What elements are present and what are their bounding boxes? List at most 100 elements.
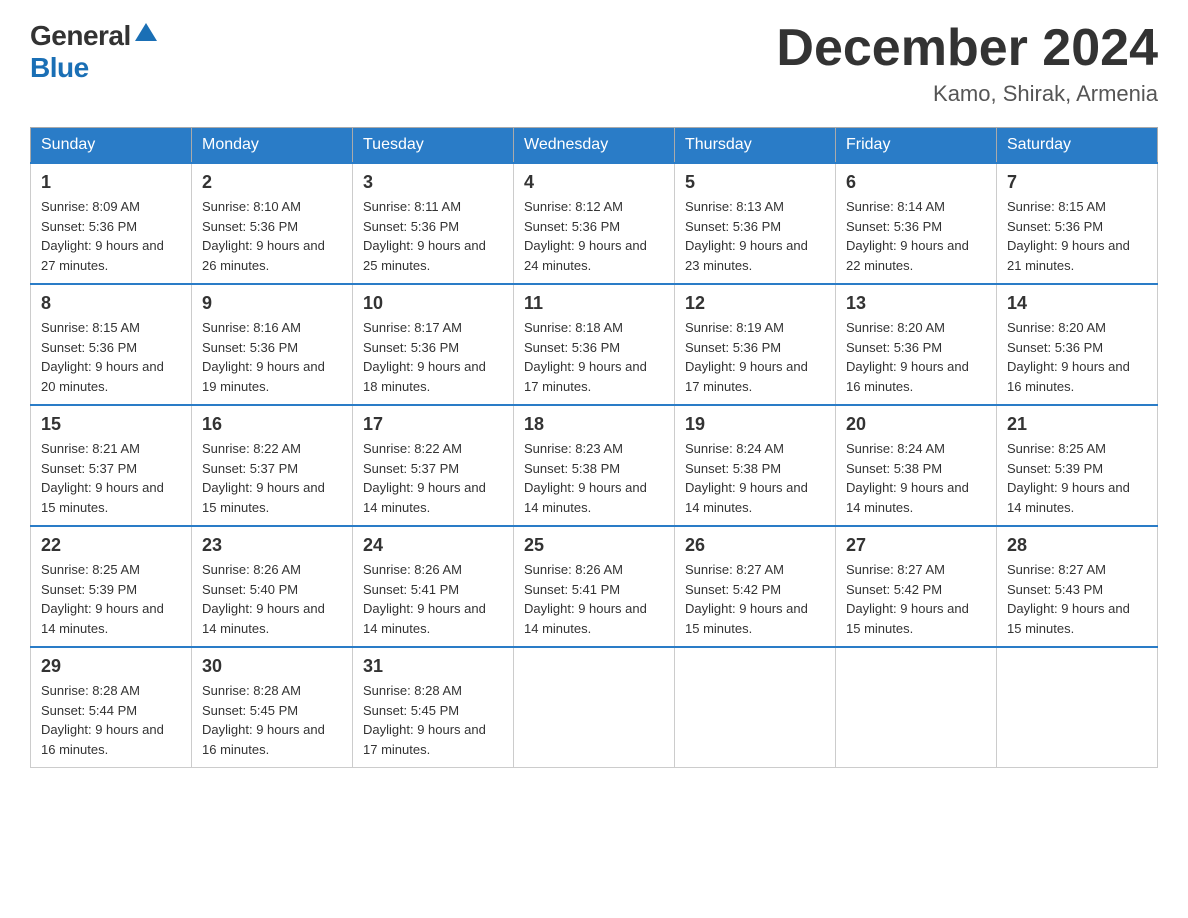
day-number: 26 <box>685 535 825 556</box>
location-text: Kamo, Shirak, Armenia <box>776 81 1158 107</box>
calendar-cell: 26 Sunrise: 8:27 AMSunset: 5:42 PMDaylig… <box>675 526 836 647</box>
day-number: 24 <box>363 535 503 556</box>
day-number: 8 <box>41 293 181 314</box>
day-number: 13 <box>846 293 986 314</box>
day-info: Sunrise: 8:20 AMSunset: 5:36 PMDaylight:… <box>846 318 986 396</box>
month-title: December 2024 <box>776 20 1158 77</box>
calendar-cell: 27 Sunrise: 8:27 AMSunset: 5:42 PMDaylig… <box>836 526 997 647</box>
day-number: 1 <box>41 172 181 193</box>
day-info: Sunrise: 8:28 AMSunset: 5:45 PMDaylight:… <box>202 681 342 759</box>
day-number: 11 <box>524 293 664 314</box>
day-info: Sunrise: 8:25 AMSunset: 5:39 PMDaylight:… <box>41 560 181 638</box>
calendar-cell: 12 Sunrise: 8:19 AMSunset: 5:36 PMDaylig… <box>675 284 836 405</box>
calendar-cell: 15 Sunrise: 8:21 AMSunset: 5:37 PMDaylig… <box>31 405 192 526</box>
day-number: 31 <box>363 656 503 677</box>
day-number: 18 <box>524 414 664 435</box>
day-number: 30 <box>202 656 342 677</box>
calendar-cell: 18 Sunrise: 8:23 AMSunset: 5:38 PMDaylig… <box>514 405 675 526</box>
calendar-cell: 31 Sunrise: 8:28 AMSunset: 5:45 PMDaylig… <box>353 647 514 768</box>
calendar-cell: 5 Sunrise: 8:13 AMSunset: 5:36 PMDayligh… <box>675 163 836 284</box>
calendar-cell: 3 Sunrise: 8:11 AMSunset: 5:36 PMDayligh… <box>353 163 514 284</box>
day-info: Sunrise: 8:26 AMSunset: 5:40 PMDaylight:… <box>202 560 342 638</box>
day-number: 4 <box>524 172 664 193</box>
calendar-cell: 7 Sunrise: 8:15 AMSunset: 5:36 PMDayligh… <box>997 163 1158 284</box>
calendar-header-wednesday: Wednesday <box>514 128 675 164</box>
day-number: 9 <box>202 293 342 314</box>
day-number: 16 <box>202 414 342 435</box>
day-number: 28 <box>1007 535 1147 556</box>
day-info: Sunrise: 8:17 AMSunset: 5:36 PMDaylight:… <box>363 318 503 396</box>
calendar-cell: 14 Sunrise: 8:20 AMSunset: 5:36 PMDaylig… <box>997 284 1158 405</box>
calendar-cell: 10 Sunrise: 8:17 AMSunset: 5:36 PMDaylig… <box>353 284 514 405</box>
day-info: Sunrise: 8:16 AMSunset: 5:36 PMDaylight:… <box>202 318 342 396</box>
calendar-cell <box>675 647 836 768</box>
calendar-cell: 28 Sunrise: 8:27 AMSunset: 5:43 PMDaylig… <box>997 526 1158 647</box>
day-info: Sunrise: 8:27 AMSunset: 5:42 PMDaylight:… <box>846 560 986 638</box>
calendar-cell: 19 Sunrise: 8:24 AMSunset: 5:38 PMDaylig… <box>675 405 836 526</box>
day-info: Sunrise: 8:26 AMSunset: 5:41 PMDaylight:… <box>363 560 503 638</box>
logo-triangle-icon <box>135 21 157 43</box>
week-row-1: 1 Sunrise: 8:09 AMSunset: 5:36 PMDayligh… <box>31 163 1158 284</box>
title-block: December 2024 Kamo, Shirak, Armenia <box>776 20 1158 107</box>
day-info: Sunrise: 8:25 AMSunset: 5:39 PMDaylight:… <box>1007 439 1147 517</box>
calendar-cell: 2 Sunrise: 8:10 AMSunset: 5:36 PMDayligh… <box>192 163 353 284</box>
day-info: Sunrise: 8:11 AMSunset: 5:36 PMDaylight:… <box>363 197 503 275</box>
day-number: 19 <box>685 414 825 435</box>
day-info: Sunrise: 8:23 AMSunset: 5:38 PMDaylight:… <box>524 439 664 517</box>
calendar-cell: 24 Sunrise: 8:26 AMSunset: 5:41 PMDaylig… <box>353 526 514 647</box>
calendar-header-saturday: Saturday <box>997 128 1158 164</box>
calendar-table: SundayMondayTuesdayWednesdayThursdayFrid… <box>30 127 1158 768</box>
calendar-header-sunday: Sunday <box>31 128 192 164</box>
calendar-cell: 13 Sunrise: 8:20 AMSunset: 5:36 PMDaylig… <box>836 284 997 405</box>
day-number: 15 <box>41 414 181 435</box>
calendar-cell <box>997 647 1158 768</box>
day-number: 23 <box>202 535 342 556</box>
day-info: Sunrise: 8:26 AMSunset: 5:41 PMDaylight:… <box>524 560 664 638</box>
day-info: Sunrise: 8:22 AMSunset: 5:37 PMDaylight:… <box>363 439 503 517</box>
calendar-cell: 21 Sunrise: 8:25 AMSunset: 5:39 PMDaylig… <box>997 405 1158 526</box>
day-info: Sunrise: 8:18 AMSunset: 5:36 PMDaylight:… <box>524 318 664 396</box>
calendar-cell <box>514 647 675 768</box>
week-row-2: 8 Sunrise: 8:15 AMSunset: 5:36 PMDayligh… <box>31 284 1158 405</box>
day-info: Sunrise: 8:13 AMSunset: 5:36 PMDaylight:… <box>685 197 825 275</box>
week-row-5: 29 Sunrise: 8:28 AMSunset: 5:44 PMDaylig… <box>31 647 1158 768</box>
day-info: Sunrise: 8:28 AMSunset: 5:44 PMDaylight:… <box>41 681 181 759</box>
calendar-header-row: SundayMondayTuesdayWednesdayThursdayFrid… <box>31 128 1158 164</box>
day-number: 2 <box>202 172 342 193</box>
day-info: Sunrise: 8:09 AMSunset: 5:36 PMDaylight:… <box>41 197 181 275</box>
day-info: Sunrise: 8:24 AMSunset: 5:38 PMDaylight:… <box>685 439 825 517</box>
day-number: 22 <box>41 535 181 556</box>
day-number: 21 <box>1007 414 1147 435</box>
day-info: Sunrise: 8:24 AMSunset: 5:38 PMDaylight:… <box>846 439 986 517</box>
page-header: General Blue December 2024 Kamo, Shirak,… <box>30 20 1158 107</box>
calendar-header-monday: Monday <box>192 128 353 164</box>
calendar-header-tuesday: Tuesday <box>353 128 514 164</box>
calendar-cell: 9 Sunrise: 8:16 AMSunset: 5:36 PMDayligh… <box>192 284 353 405</box>
day-number: 3 <box>363 172 503 193</box>
logo: General Blue <box>30 20 157 84</box>
day-number: 5 <box>685 172 825 193</box>
day-info: Sunrise: 8:28 AMSunset: 5:45 PMDaylight:… <box>363 681 503 759</box>
calendar-cell: 30 Sunrise: 8:28 AMSunset: 5:45 PMDaylig… <box>192 647 353 768</box>
calendar-cell <box>836 647 997 768</box>
day-info: Sunrise: 8:10 AMSunset: 5:36 PMDaylight:… <box>202 197 342 275</box>
day-number: 7 <box>1007 172 1147 193</box>
calendar-cell: 16 Sunrise: 8:22 AMSunset: 5:37 PMDaylig… <box>192 405 353 526</box>
day-number: 6 <box>846 172 986 193</box>
calendar-cell: 23 Sunrise: 8:26 AMSunset: 5:40 PMDaylig… <box>192 526 353 647</box>
day-info: Sunrise: 8:15 AMSunset: 5:36 PMDaylight:… <box>41 318 181 396</box>
day-number: 29 <box>41 656 181 677</box>
calendar-cell: 17 Sunrise: 8:22 AMSunset: 5:37 PMDaylig… <box>353 405 514 526</box>
day-number: 14 <box>1007 293 1147 314</box>
calendar-cell: 29 Sunrise: 8:28 AMSunset: 5:44 PMDaylig… <box>31 647 192 768</box>
day-info: Sunrise: 8:14 AMSunset: 5:36 PMDaylight:… <box>846 197 986 275</box>
calendar-header-thursday: Thursday <box>675 128 836 164</box>
day-number: 25 <box>524 535 664 556</box>
day-info: Sunrise: 8:27 AMSunset: 5:43 PMDaylight:… <box>1007 560 1147 638</box>
day-info: Sunrise: 8:20 AMSunset: 5:36 PMDaylight:… <box>1007 318 1147 396</box>
day-number: 27 <box>846 535 986 556</box>
calendar-cell: 11 Sunrise: 8:18 AMSunset: 5:36 PMDaylig… <box>514 284 675 405</box>
day-info: Sunrise: 8:22 AMSunset: 5:37 PMDaylight:… <box>202 439 342 517</box>
day-info: Sunrise: 8:15 AMSunset: 5:36 PMDaylight:… <box>1007 197 1147 275</box>
logo-blue-text: Blue <box>30 52 89 84</box>
